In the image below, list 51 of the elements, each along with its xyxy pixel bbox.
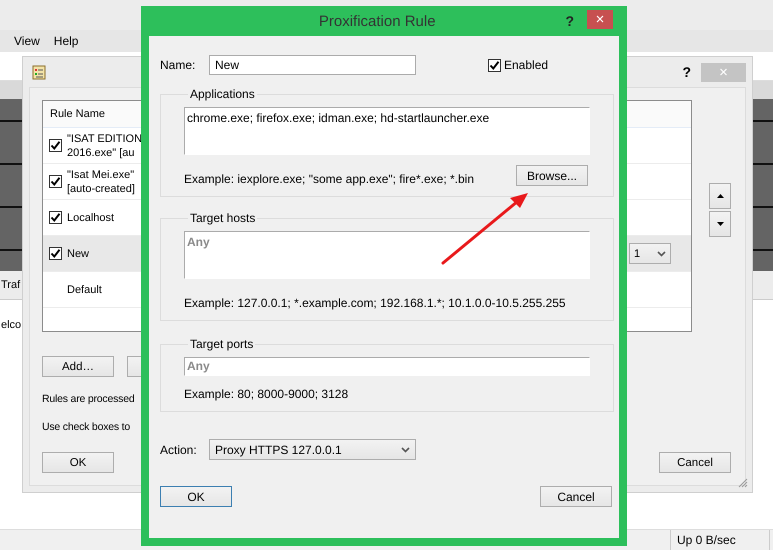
checkbox[interactable] xyxy=(488,58,501,72)
down-triangle-icon xyxy=(716,222,724,226)
placeholder: Any xyxy=(187,235,210,249)
menu-item[interactable]: Help xyxy=(54,34,78,48)
example-text: Example: 127.0.0.1; *.example.com; 192.168.1.*; 10.1.0.0-10.5.255.255 xyxy=(184,296,567,310)
text-area[interactable]: chrome.exe; firefox.exe; idman.exe; hd-startlauncher.exe xyxy=(184,107,590,155)
example-text: Example: iexplore.exe; "some app.exe"; fire*.exe; *.bin xyxy=(184,172,474,186)
name-field[interactable]: New xyxy=(209,55,416,75)
group-title: Applications xyxy=(189,87,256,101)
field-label: Action: xyxy=(160,442,198,456)
move-up-button[interactable] xyxy=(709,183,731,209)
action-select[interactable]: Proxy HTTPS 127.0.0.1 xyxy=(209,439,416,460)
cancel-button[interactable]: Cancel xyxy=(540,486,612,507)
scroll-icon xyxy=(31,64,48,80)
ok-button[interactable]: OK xyxy=(160,486,232,507)
browse-button[interactable]: Browse... xyxy=(516,165,588,186)
placeholder: Any xyxy=(187,359,210,373)
tab[interactable]: Traf xyxy=(0,279,20,291)
checkbox[interactable] xyxy=(49,175,62,188)
resize-grip[interactable] xyxy=(738,478,748,488)
window-title: Proxification Rule xyxy=(318,12,437,30)
checkbox[interactable] xyxy=(49,211,62,224)
up-triangle-icon xyxy=(716,194,724,198)
field-label: Name: xyxy=(160,58,196,72)
rule-name: "Isat Mei.exe" [auto-created] xyxy=(67,168,135,196)
column-header[interactable]: Rule Name xyxy=(50,108,106,120)
menu-item[interactable]: View xyxy=(14,34,40,48)
status-text: Up 0 B/sec xyxy=(670,530,770,550)
action-dropdown[interactable]: 1 xyxy=(629,243,671,264)
ok-button[interactable]: OK xyxy=(42,452,114,473)
checkbox-label: Enabled xyxy=(504,58,548,72)
hint-text: Rules are processed xyxy=(42,393,134,405)
caret-icon xyxy=(657,250,666,256)
rule-name: New xyxy=(67,246,90,260)
help-button[interactable]: ? xyxy=(565,13,574,29)
checkbox[interactable] xyxy=(49,139,62,152)
rule-name: "ISAT EDITION 2016.exe" [au xyxy=(67,132,142,160)
checkbox[interactable] xyxy=(49,247,62,260)
hint-text: Use check boxes to xyxy=(42,421,130,433)
close-button[interactable]: × xyxy=(587,10,613,29)
example-text: Example: 80; 8000-9000; 3128 xyxy=(184,387,350,401)
group-title: Target ports xyxy=(189,337,254,351)
rule-name: Localhost xyxy=(67,210,114,224)
cancel-button[interactable]: Cancel xyxy=(659,452,731,473)
move-down-button[interactable] xyxy=(709,211,731,237)
add-button[interactable]: Add… xyxy=(42,356,114,377)
rule-name: Default xyxy=(67,282,102,296)
caret-icon xyxy=(401,446,410,452)
log-text: elco xyxy=(0,319,22,331)
help-button[interactable]: ? xyxy=(682,64,691,80)
group-title: Target hosts xyxy=(189,211,256,225)
